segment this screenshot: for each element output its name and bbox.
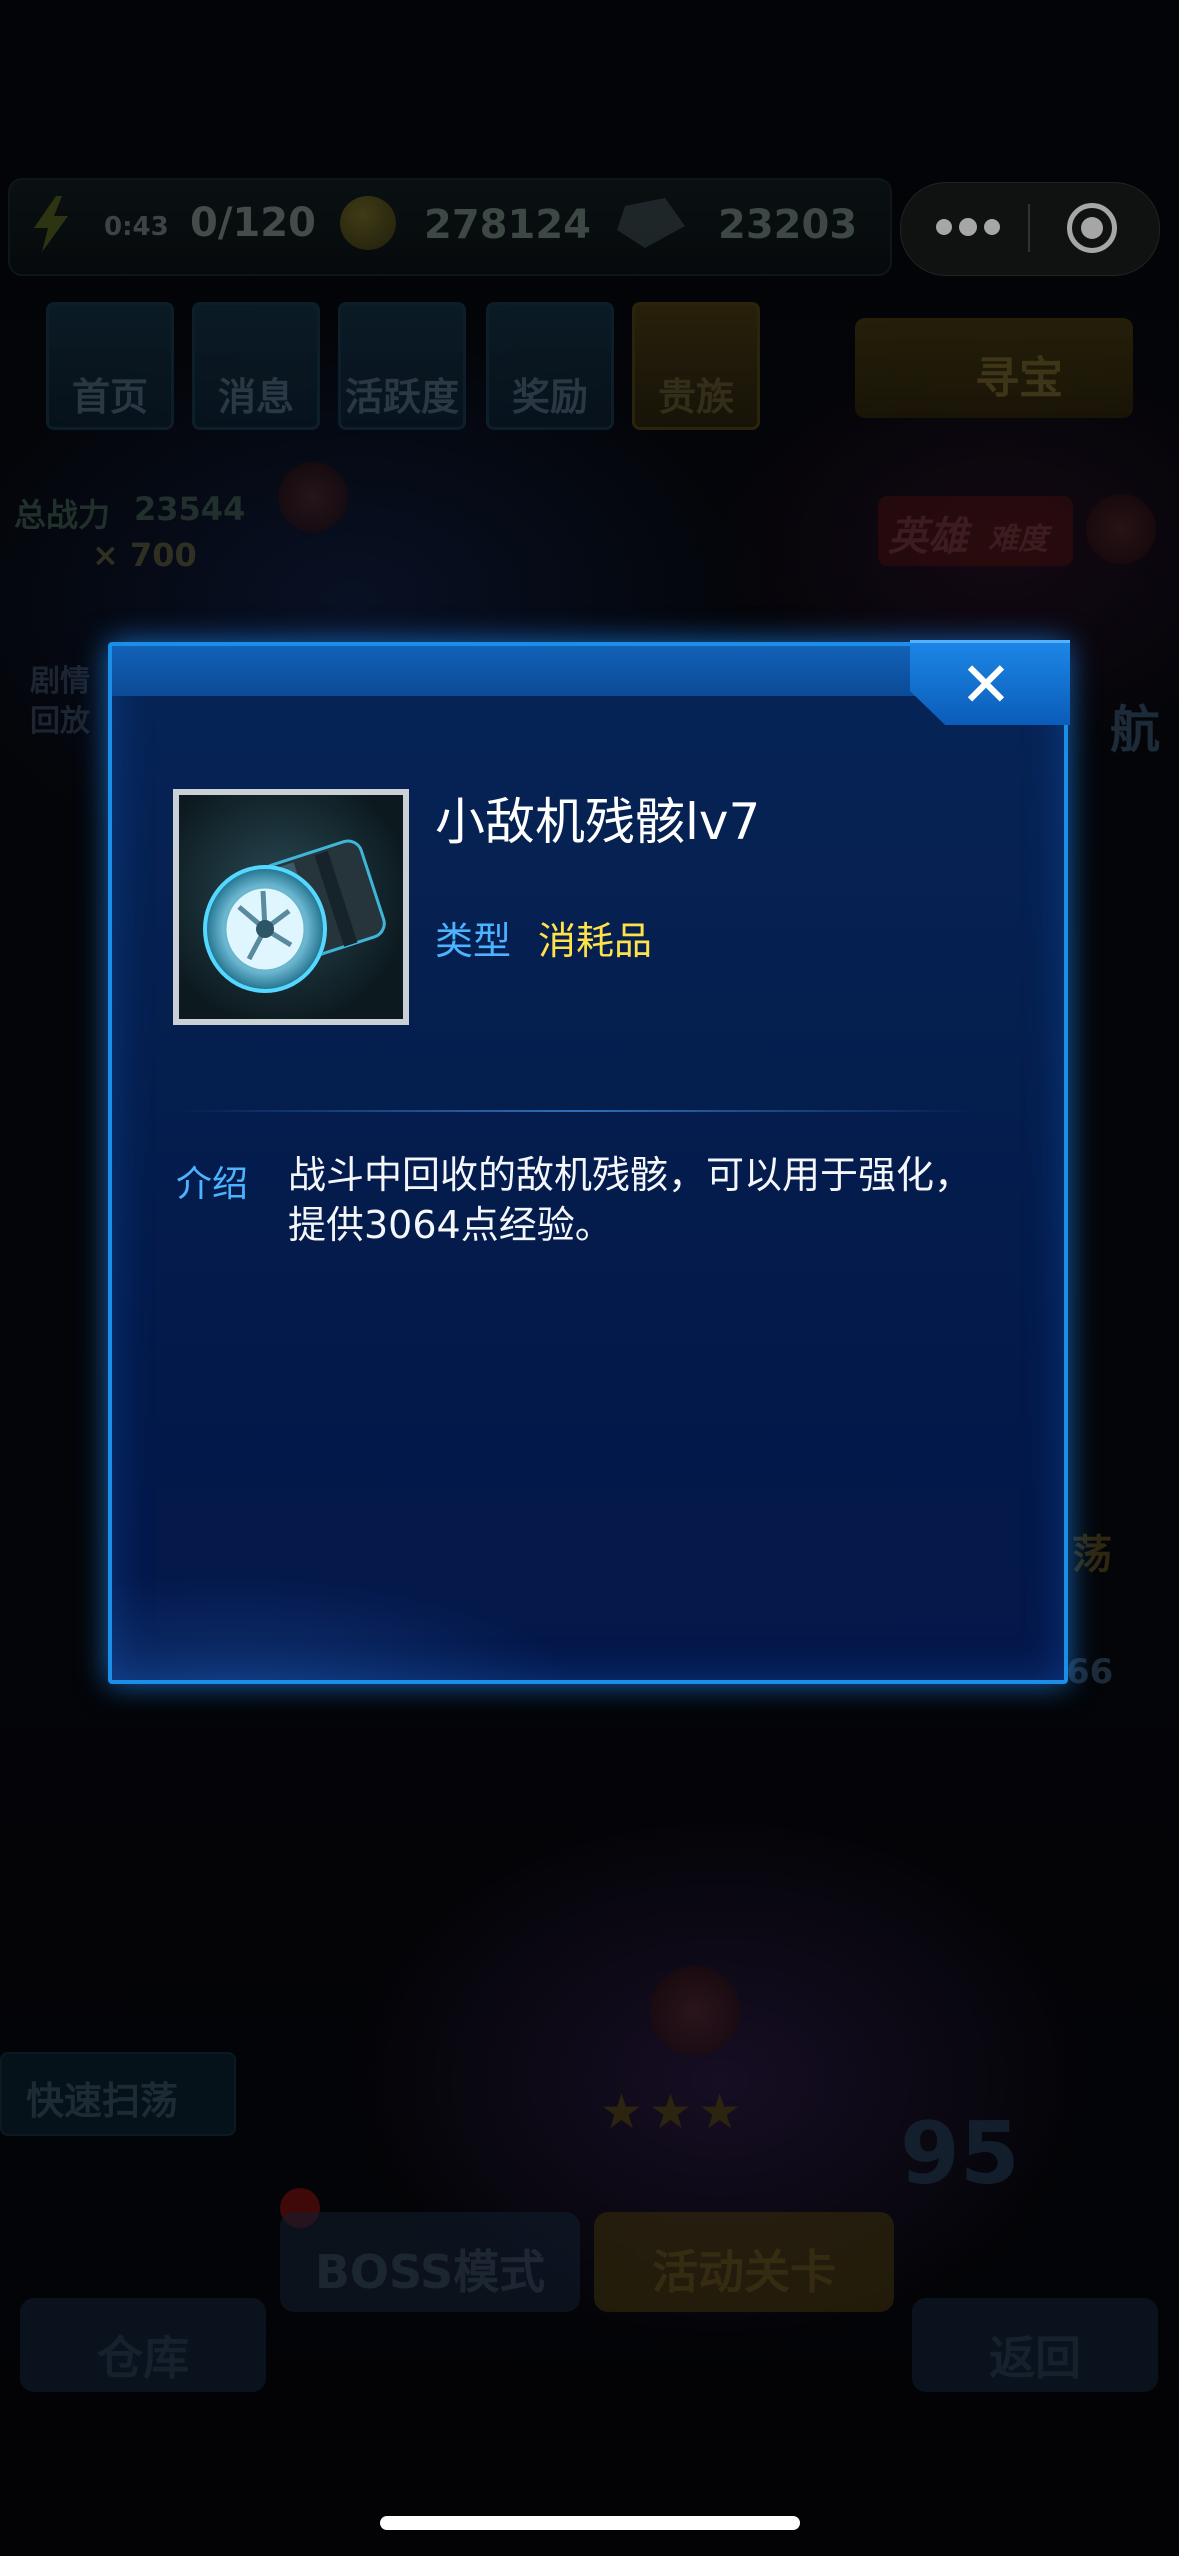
item-name: 小敌机残骸lv7 — [435, 793, 761, 851]
close-icon: ✕ — [960, 648, 1012, 721]
intro-line-2: 提供3064点经验。 — [288, 1203, 613, 1247]
type-value: 消耗品 — [538, 919, 653, 963]
dialog-glow — [112, 1460, 1064, 1680]
type-label: 类型 — [435, 919, 512, 963]
intro-text: 战斗中回收的敌机残骸，可以用于强化， 提供3064点经验。 — [288, 1150, 1008, 1250]
close-button[interactable]: ✕ — [910, 640, 1070, 725]
intro-line-1: 战斗中回收的敌机残骸，可以用于强化， — [288, 1153, 973, 1197]
intro-label: 介绍 — [176, 1164, 249, 1205]
dialog-divider — [172, 1110, 980, 1112]
item-icon-frame — [173, 789, 409, 1025]
engine-icon — [203, 839, 386, 993]
home-indicator[interactable] — [380, 2516, 800, 2530]
item-image — [179, 795, 403, 1019]
